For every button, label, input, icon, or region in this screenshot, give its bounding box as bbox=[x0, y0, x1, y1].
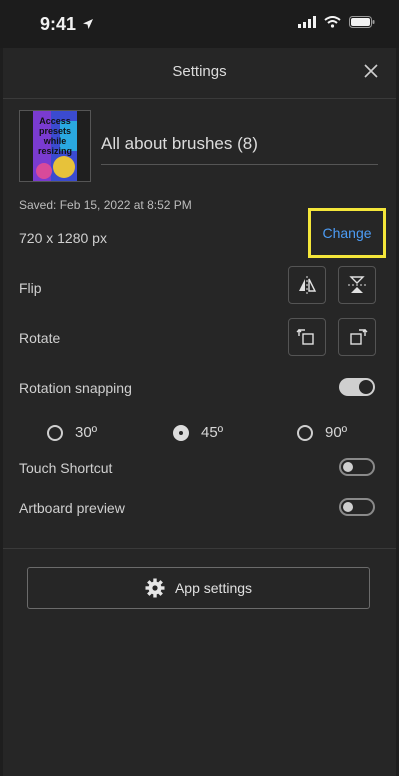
flip-vertical-icon bbox=[348, 276, 366, 293]
app-settings-label: App settings bbox=[174, 580, 253, 596]
status-bar: 9:41 bbox=[0, 0, 399, 48]
flip-horizontal-icon bbox=[299, 276, 317, 294]
change-size-link[interactable]: Change bbox=[311, 211, 383, 255]
settings-panel: Settings Access presets while resizing A… bbox=[3, 48, 396, 776]
saved-timestamp: Saved: Feb 15, 2022 at 8:52 PM bbox=[19, 198, 192, 212]
rotation-snapping-toggle[interactable] bbox=[339, 378, 375, 396]
toggle-knob bbox=[343, 462, 353, 472]
close-icon[interactable] bbox=[360, 60, 382, 82]
rotate-label: Rotate bbox=[19, 330, 61, 346]
settings-header: Settings bbox=[3, 48, 396, 98]
rotate-left-icon bbox=[296, 329, 314, 345]
touch-shortcut-label: Touch Shortcut bbox=[19, 460, 113, 476]
thumbnail-text: Access presets while resizing bbox=[37, 116, 72, 156]
radio-label: 90º bbox=[325, 424, 348, 441]
change-highlight-box: Change bbox=[308, 208, 386, 258]
status-time: 9:41 bbox=[40, 14, 77, 34]
document-thumbnail[interactable]: Access presets while resizing bbox=[19, 110, 91, 182]
snap-angle-45[interactable]: 45º bbox=[173, 424, 223, 441]
toggle-knob bbox=[359, 380, 373, 394]
page-title: Settings bbox=[172, 63, 227, 80]
snap-angle-options: 30º 45º 90º bbox=[3, 424, 396, 448]
title-underline bbox=[101, 164, 378, 165]
radio-label: 45º bbox=[201, 424, 224, 441]
artboard-preview-toggle[interactable] bbox=[339, 498, 375, 516]
rotation-snapping-label: Rotation snapping bbox=[19, 380, 132, 396]
app-settings-button[interactable]: App settings bbox=[27, 567, 370, 609]
rotate-right-icon bbox=[350, 329, 368, 345]
radio-circle bbox=[47, 424, 63, 441]
document-title[interactable]: All about brushes (8) bbox=[101, 134, 258, 154]
header-divider bbox=[3, 98, 396, 99]
wifi-icon bbox=[324, 16, 341, 28]
toggle-knob bbox=[343, 502, 353, 512]
rotate-right-button[interactable] bbox=[338, 318, 376, 356]
touch-shortcut-toggle[interactable] bbox=[339, 458, 375, 476]
canvas-dimensions: 720 x 1280 px bbox=[19, 230, 107, 246]
status-icons bbox=[298, 16, 375, 28]
flip-vertical-button[interactable] bbox=[338, 266, 376, 304]
section-divider bbox=[3, 548, 396, 549]
location-arrow-icon bbox=[83, 19, 93, 29]
snap-angle-90[interactable]: 90º bbox=[297, 424, 347, 441]
snap-angle-30[interactable]: 30º bbox=[47, 424, 97, 441]
radio-label: 30º bbox=[75, 424, 98, 441]
radio-circle bbox=[297, 424, 313, 441]
gear-icon bbox=[145, 578, 165, 598]
rotate-left-button[interactable] bbox=[288, 318, 326, 356]
cellular-signal-icon bbox=[298, 16, 316, 28]
battery-icon bbox=[349, 16, 375, 28]
artboard-preview-label: Artboard preview bbox=[19, 500, 125, 516]
flip-horizontal-button[interactable] bbox=[288, 266, 326, 304]
radio-circle-checked bbox=[173, 424, 189, 441]
flip-label: Flip bbox=[19, 280, 42, 296]
